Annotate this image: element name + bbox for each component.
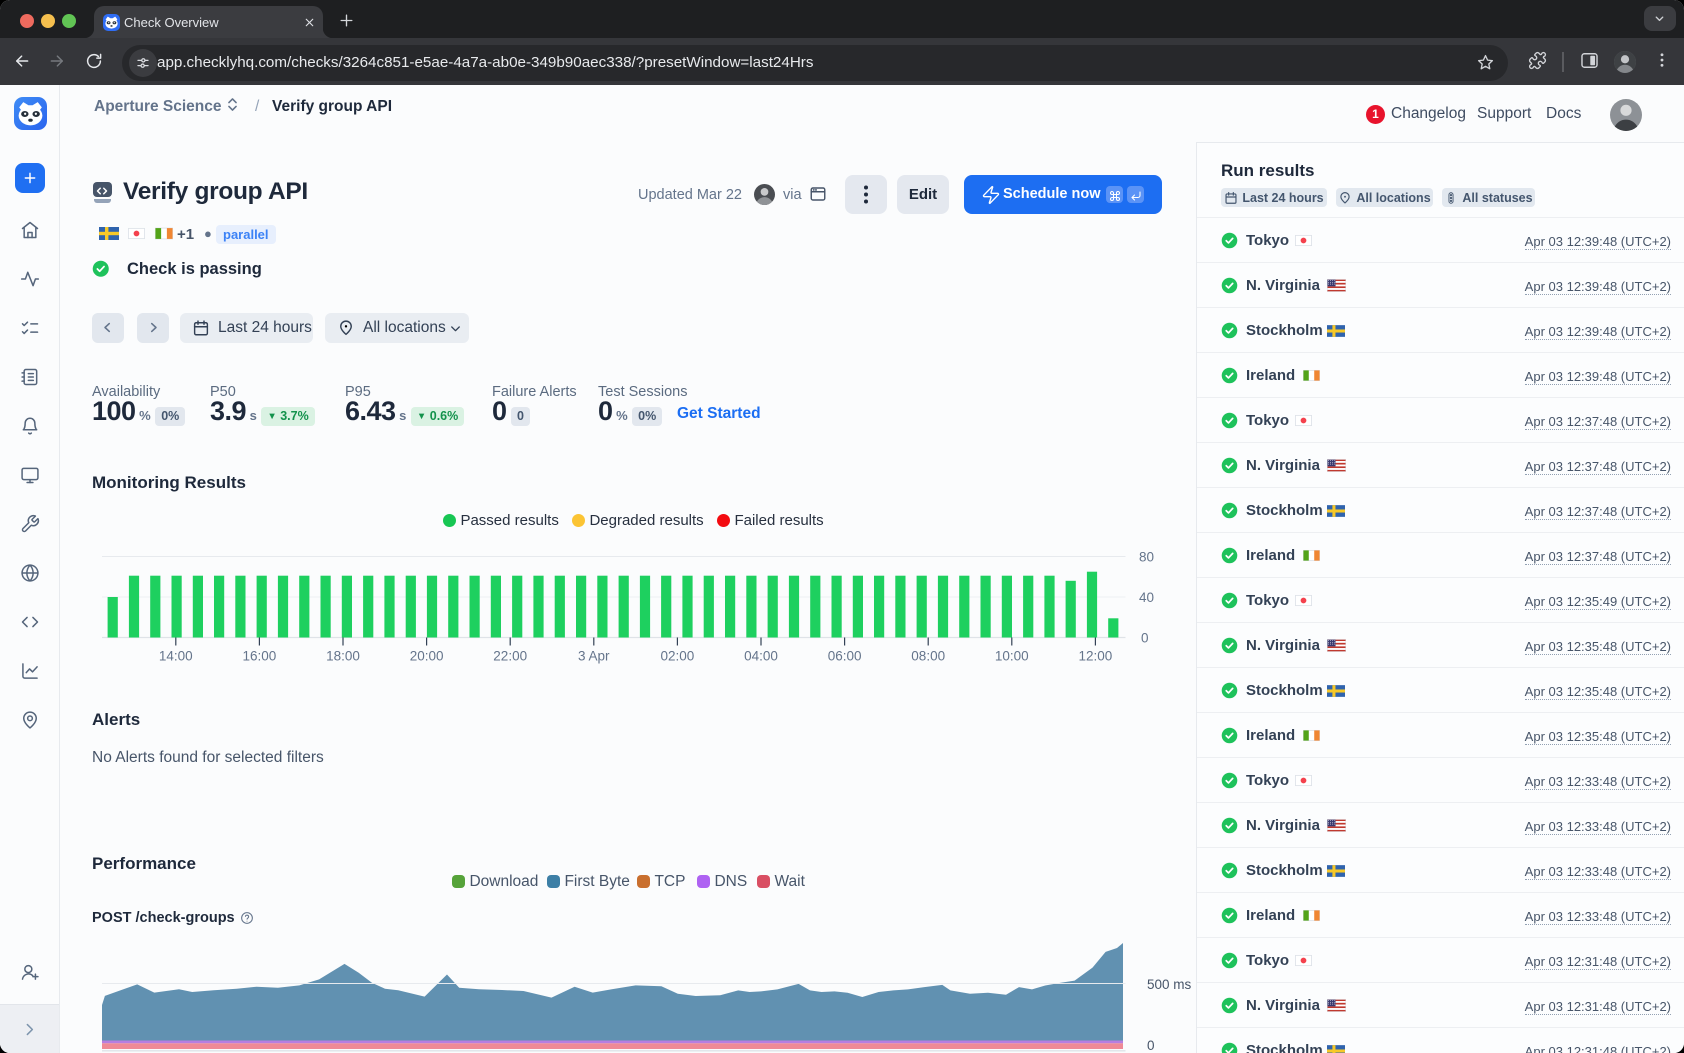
svg-text:0: 0 xyxy=(1147,1038,1155,1053)
svg-text:500 ms: 500 ms xyxy=(1147,977,1192,992)
